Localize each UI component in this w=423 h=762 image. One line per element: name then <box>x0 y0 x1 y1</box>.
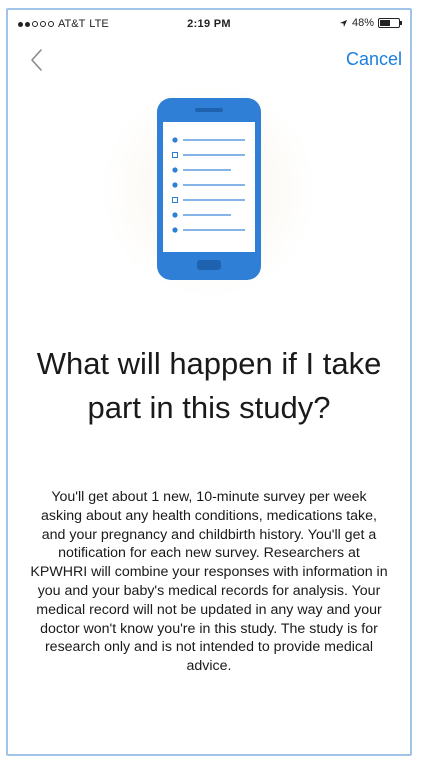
status-bar: AT&T LTE 2:19 PM 48% <box>8 10 410 38</box>
cancel-button[interactable]: Cancel <box>346 49 402 70</box>
checklist-bullet-icon <box>172 212 178 218</box>
study-description: You'll get about 1 new, 10-minute survey… <box>30 489 388 675</box>
back-button[interactable] <box>22 44 52 76</box>
battery-icon <box>378 18 402 28</box>
phone-checklist-icon <box>101 82 317 298</box>
checklist-bullet-icon <box>172 227 178 233</box>
page-title: What will happen if I take part in this … <box>36 346 382 425</box>
battery-fill <box>380 20 390 26</box>
navigation-bar: Cancel <box>8 38 410 82</box>
status-right: 48% <box>339 17 402 29</box>
location-arrow-icon <box>339 19 348 27</box>
chevron-left-icon <box>31 49 42 71</box>
phone-screen: AT&T LTE 2:19 PM 48% Cancel What will ha… <box>6 8 412 756</box>
illustration <box>99 80 319 300</box>
checklist-bullet-icon <box>172 137 178 143</box>
checklist-bullet-icon <box>172 167 178 173</box>
checklist-bullet-icon <box>172 182 178 188</box>
battery-percent: 48% <box>351 17 374 29</box>
